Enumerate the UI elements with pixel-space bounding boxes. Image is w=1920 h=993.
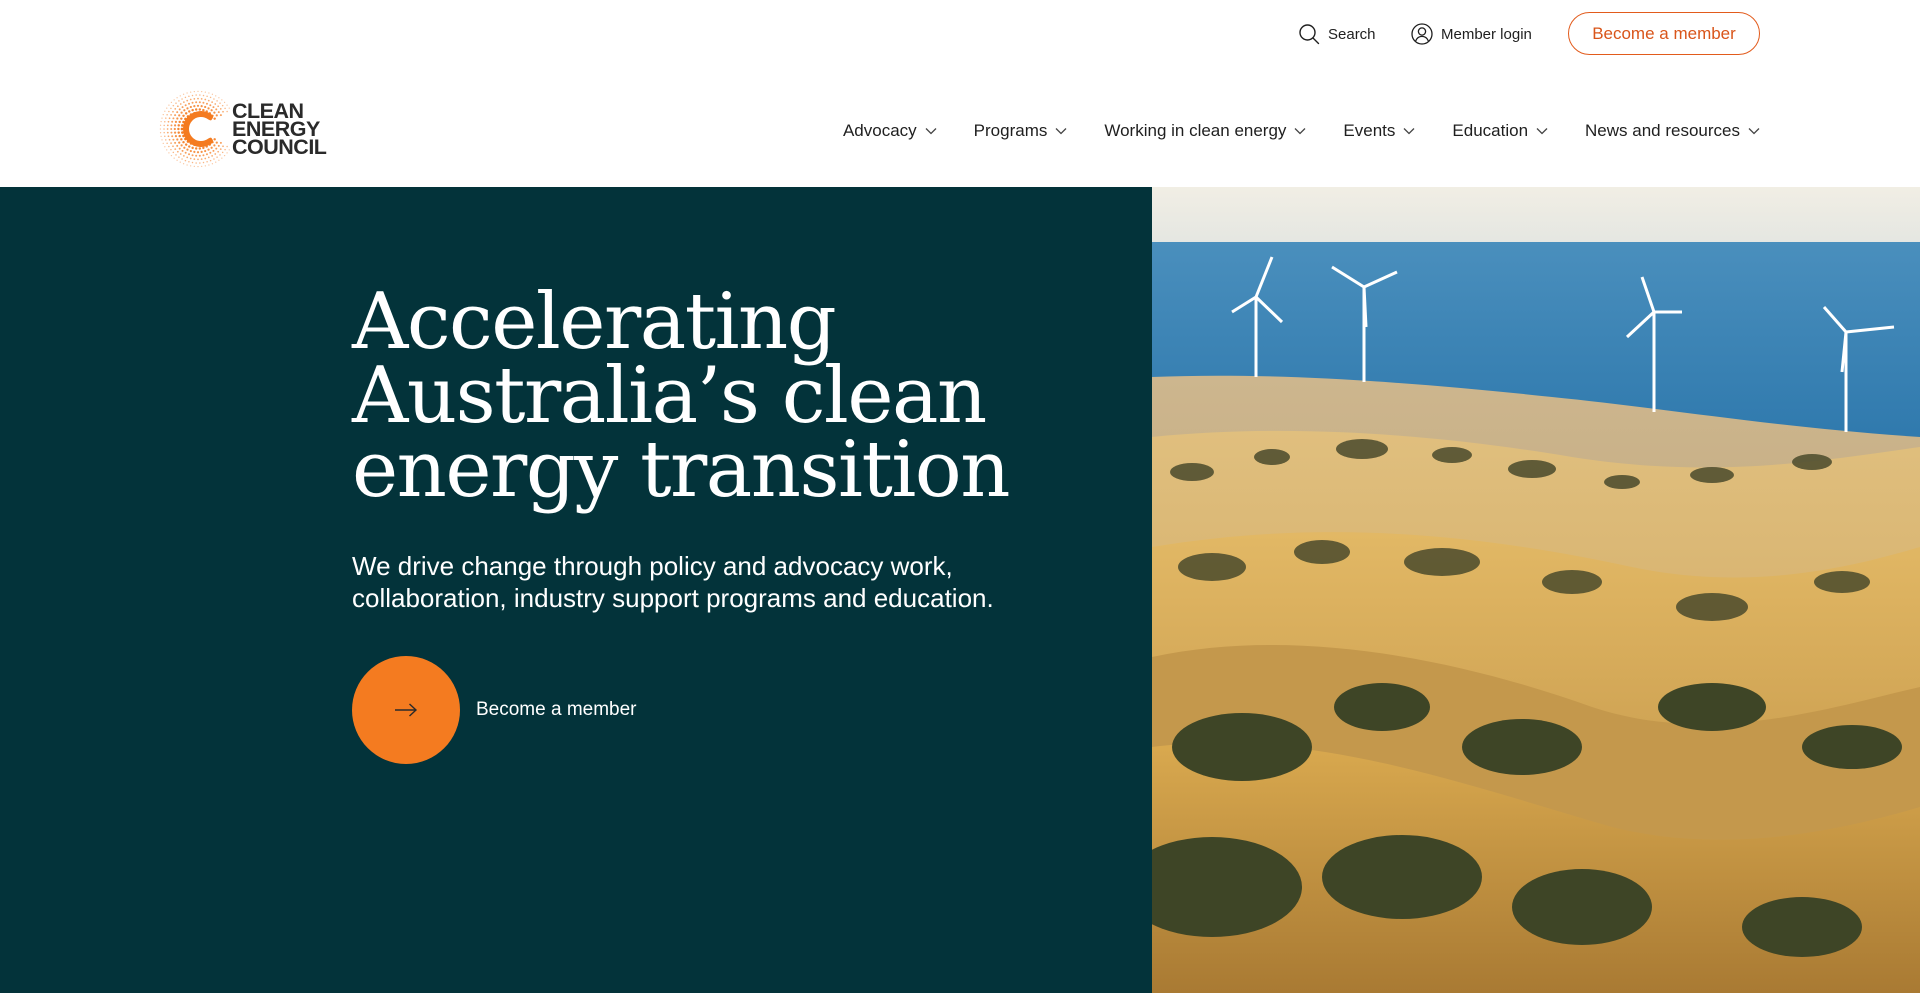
nav-item-advocacy[interactable]: Advocacy (843, 121, 937, 141)
nav-item-label: News and resources (1585, 121, 1740, 140)
nav-item-working-in-clean-energy[interactable]: Working in clean energy (1104, 121, 1306, 141)
arrow-right-icon (395, 703, 418, 717)
search-link[interactable]: Search (1298, 21, 1376, 47)
nav-item-label: Programs (973, 121, 1048, 140)
chevron-down-icon (1403, 128, 1415, 135)
become-member-button[interactable]: Become a member (1568, 12, 1760, 55)
nav-item-label: Working in clean energy (1104, 121, 1287, 140)
nav-item-news-and-resources[interactable]: News and resources (1585, 121, 1760, 141)
chevron-down-icon (1748, 128, 1760, 135)
chevron-down-icon (1536, 128, 1548, 135)
clean-energy-council-logo[interactable]: CLEAN ENERGY COUNCIL (158, 88, 338, 170)
member-login-label: Member login (1441, 25, 1532, 43)
nav-item-label: Events (1343, 121, 1396, 140)
logo-sunburst-mark (159, 90, 230, 168)
hero-become-member-cta[interactable]: Become a member (352, 656, 637, 764)
chevron-down-icon (1055, 128, 1067, 135)
nav-item-label: Advocacy (842, 121, 917, 140)
cta-label: Become a member (476, 699, 637, 720)
nav-item-programs[interactable]: Programs (974, 121, 1068, 141)
utility-bar: Search Member login Become a member (0, 0, 1920, 66)
search-label: Search (1328, 25, 1376, 43)
wind-farm-landscape-image (1152, 187, 1920, 993)
nav-item-events[interactable]: Events (1343, 121, 1415, 141)
member-login-link[interactable]: Member login (1411, 21, 1532, 47)
nav-item-label: Education (1452, 121, 1529, 140)
main-header: CLEAN ENERGY COUNCIL Advocacy Programs W… (0, 66, 1920, 187)
hero-subtitle: We drive change through policy and advoc… (352, 551, 994, 613)
user-icon (1411, 23, 1433, 45)
logo-wordmark: CLEAN ENERGY COUNCIL (232, 100, 327, 159)
chevron-down-icon (925, 128, 937, 135)
hero-image-wind-farm (1152, 187, 1920, 993)
hero-title: Accelerating Australia’s clean energy tr… (352, 283, 1052, 509)
chevron-down-icon (1294, 128, 1306, 135)
hero-title-line-3: energy transition (352, 425, 1010, 515)
cta-circle-button[interactable] (352, 656, 460, 764)
logo-line-3: COUNCIL (232, 135, 327, 159)
search-icon (1299, 24, 1320, 45)
primary-nav: Advocacy Programs Working in clean energ… (843, 116, 1760, 146)
nav-item-education[interactable]: Education (1452, 121, 1548, 141)
